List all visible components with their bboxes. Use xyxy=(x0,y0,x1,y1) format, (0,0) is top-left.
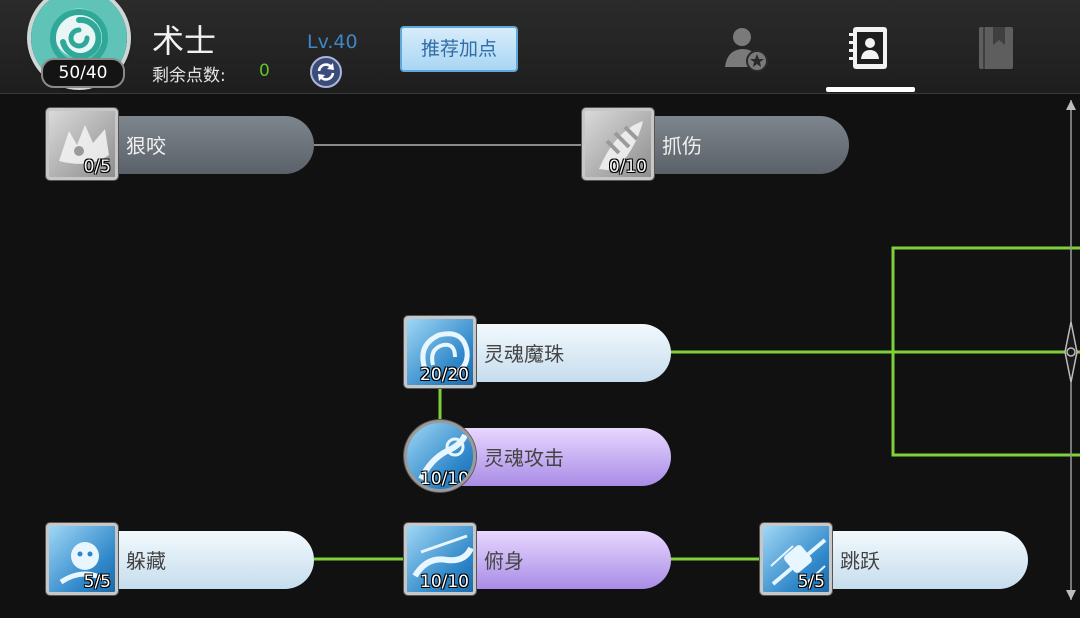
soul-orb-icon: 20/20 xyxy=(404,316,476,388)
skill-name: 跳跃 xyxy=(840,549,880,573)
skill-level-count: 10/10 xyxy=(420,469,469,489)
skill-connectors xyxy=(314,144,1080,561)
skill-name: 俯身 xyxy=(484,549,524,573)
scroll-rail[interactable] xyxy=(1062,100,1080,600)
jump-icon: 5/5 xyxy=(760,523,832,595)
skill-level-count: 10/10 xyxy=(420,572,469,592)
crouch-icon: 10/10 xyxy=(404,523,476,595)
skill-name: 狠咬 xyxy=(126,134,166,158)
skill-bar xyxy=(798,531,1028,589)
skill-level-count: 20/20 xyxy=(420,365,469,385)
skill-bar xyxy=(84,531,314,589)
skill-name: 灵魂魔珠 xyxy=(484,342,564,366)
skill-level-count: 5/5 xyxy=(797,572,825,592)
skill-level-count: 0/5 xyxy=(83,157,111,177)
skill-bar xyxy=(620,116,849,174)
skill-screen: 50/40 术士 剩余点数: 0 Lv.40 推荐加点 0/5 狠咬 0/10 … xyxy=(0,0,1080,618)
skill-bar xyxy=(442,531,671,589)
claw-icon: 0/10 xyxy=(582,108,654,180)
soul-strike-icon: 10/10 xyxy=(404,420,476,492)
skill-name: 躲藏 xyxy=(126,549,166,573)
skill-level-count: 5/5 xyxy=(83,572,111,592)
hide-icon: 5/5 xyxy=(46,523,118,595)
skill-name: 灵魂攻击 xyxy=(484,446,564,470)
skill-level-count: 0/10 xyxy=(608,157,647,177)
bite-icon: 0/5 xyxy=(46,108,118,180)
skill-name: 抓伤 xyxy=(662,134,702,158)
skill-bar xyxy=(84,116,314,174)
